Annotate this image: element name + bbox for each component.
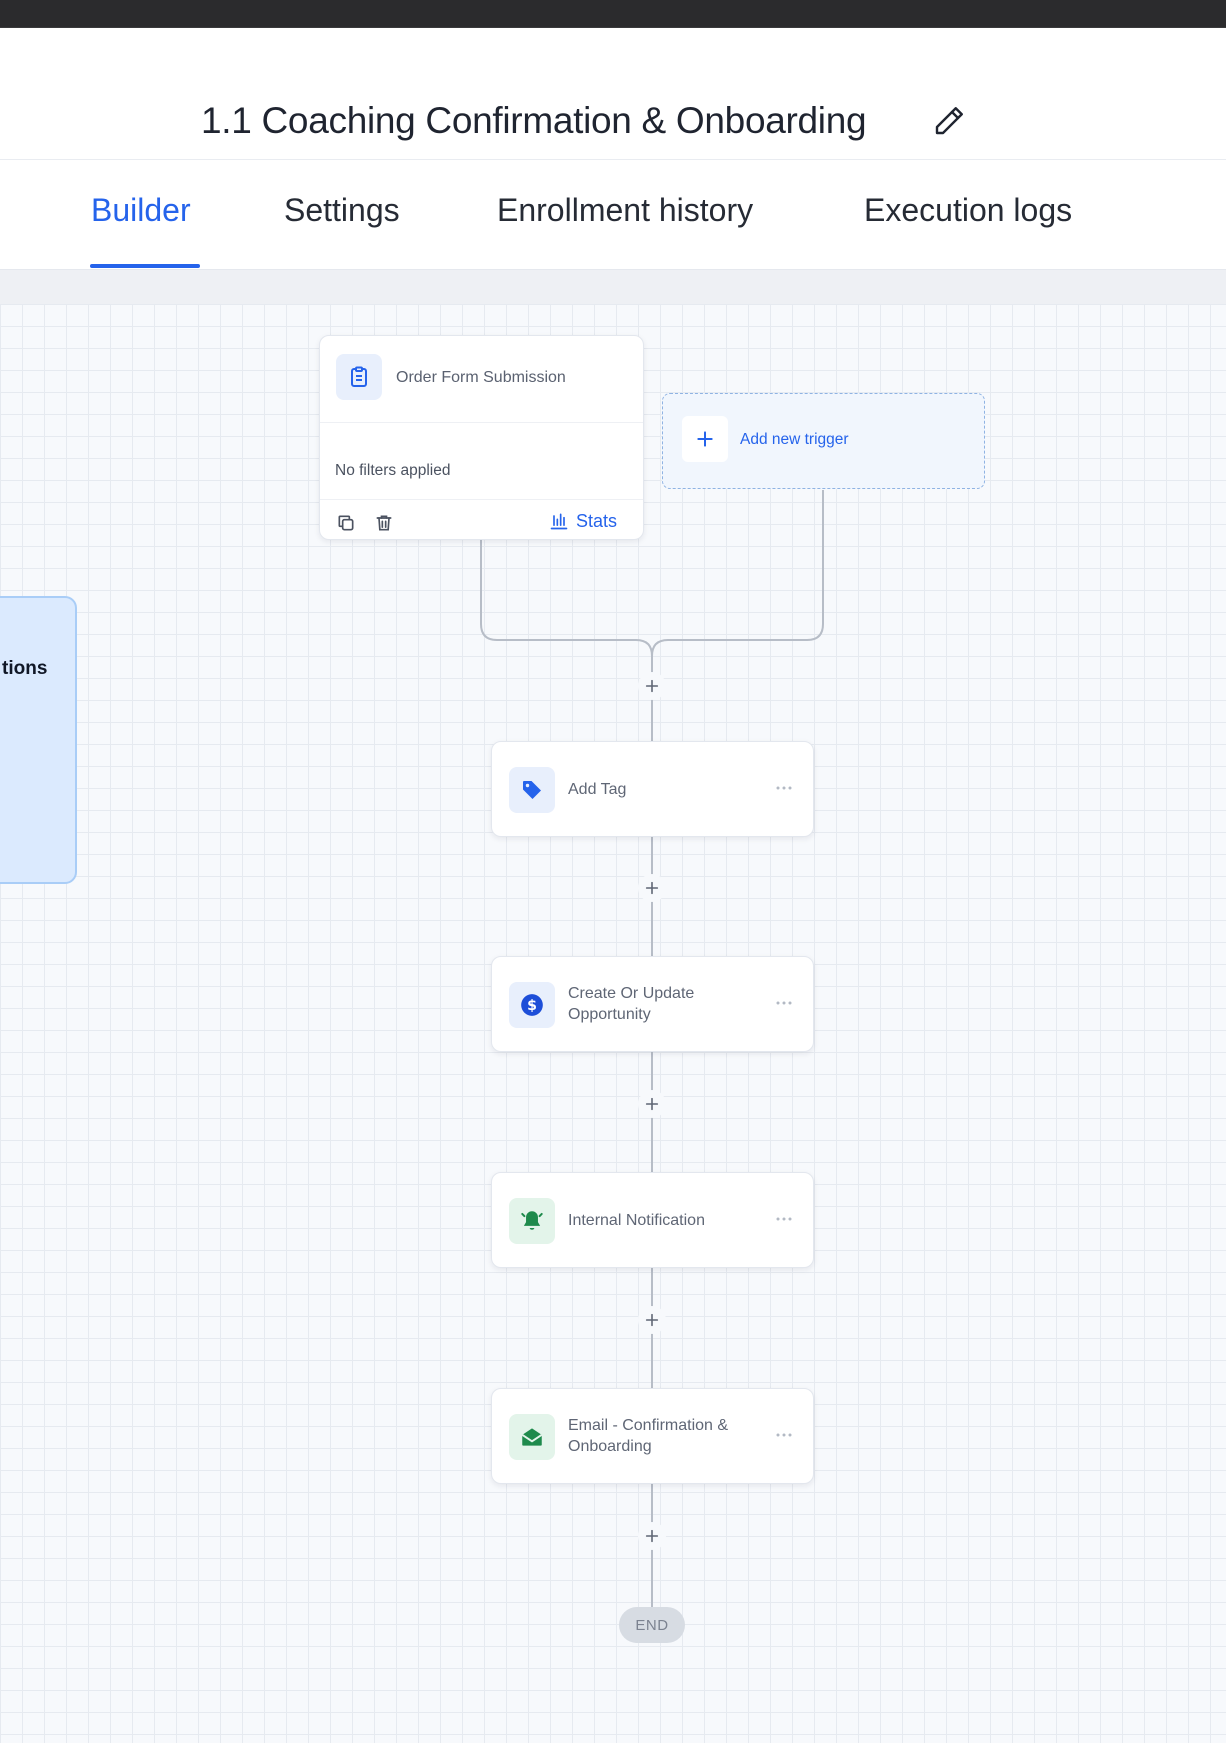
add-step-button[interactable] <box>638 672 666 700</box>
action-title: Email - Confirmation & Onboarding <box>568 1417 729 1455</box>
add-step-button[interactable] <box>638 1090 666 1118</box>
action-icon-box <box>509 767 555 813</box>
tag-icon <box>523 781 541 799</box>
side-panel-label: tions <box>2 658 48 679</box>
mail-open-icon <box>521 1428 543 1446</box>
plus-icon <box>645 881 659 895</box>
plus-icon <box>645 1313 659 1327</box>
add-step-button[interactable] <box>638 874 666 902</box>
bar-chart-icon <box>550 513 568 530</box>
workflow-tabs: Builder Settings Enrollment history Exec… <box>0 160 1226 270</box>
action-icon-box <box>509 1198 555 1244</box>
window-top-bar <box>0 0 1226 28</box>
edit-title-button[interactable] <box>928 100 970 142</box>
workflow-canvas[interactable]: tions Order Form Submission No filters a… <box>0 304 1226 1743</box>
action-card-create-opportunity[interactable]: $ Create Or Update Opportunity <box>491 956 814 1052</box>
tab-enrollment-history[interactable]: Enrollment history <box>497 192 753 229</box>
action-title: Create Or Update Opportunity <box>568 985 695 1023</box>
add-trigger-plus-box <box>682 416 728 462</box>
more-horizontal-icon <box>776 1433 792 1437</box>
action-icon-box <box>509 1414 555 1460</box>
trigger-card-header: Order Form Submission <box>320 336 643 423</box>
trigger-card-footer: Stats <box>320 499 643 541</box>
dollar-icon: $ <box>521 994 543 1016</box>
bell-icon <box>521 1211 543 1230</box>
action-menu-button[interactable] <box>770 776 798 800</box>
action-card-add-tag[interactable]: Add Tag <box>491 741 814 837</box>
tab-settings[interactable]: Settings <box>284 192 400 229</box>
workflow-end-node: END <box>619 1607 685 1643</box>
workflow-title: 1.1 Coaching Confirmation & Onboarding <box>201 100 867 141</box>
plus-icon <box>645 679 659 693</box>
action-icon-box: $ <box>509 982 555 1028</box>
stats-label: Stats <box>576 510 618 531</box>
action-title: Add Tag <box>568 781 627 798</box>
more-horizontal-icon <box>776 1001 792 1005</box>
plus-icon <box>645 1097 659 1111</box>
action-menu-button[interactable] <box>770 1207 798 1231</box>
action-card-email[interactable]: Email - Confirmation & Onboarding <box>491 1388 814 1484</box>
pencil-icon <box>935 107 963 135</box>
active-tab-indicator <box>90 264 200 268</box>
tab-execution-logs[interactable]: Execution logs <box>864 192 1072 229</box>
workflow-header: 1.1 Coaching Confirmation & Onboarding <box>0 28 1226 160</box>
add-step-button[interactable] <box>638 1306 666 1334</box>
trigger-card[interactable]: Order Form Submission No filters applied <box>319 335 644 540</box>
add-new-trigger-button[interactable]: Add new trigger <box>662 393 985 489</box>
trigger-title: Order Form Submission <box>396 369 566 386</box>
action-title: Internal Notification <box>568 1212 705 1229</box>
add-trigger-label: Add new trigger <box>740 431 849 448</box>
tab-builder[interactable]: Builder <box>91 192 191 229</box>
action-menu-button[interactable] <box>770 991 798 1015</box>
duplicate-trigger-button[interactable] <box>335 512 357 534</box>
end-label: END <box>635 1616 669 1634</box>
action-card-internal-notification[interactable]: Internal Notification <box>491 1172 814 1268</box>
clipboard-icon <box>351 366 367 387</box>
trigger-filter-status: No filters applied <box>335 462 451 479</box>
add-step-button[interactable] <box>638 1522 666 1550</box>
trigger-stats-button[interactable]: Stats <box>549 508 617 534</box>
more-horizontal-icon <box>776 1217 792 1221</box>
actions-side-panel[interactable]: tions <box>0 596 77 884</box>
plus-icon <box>697 431 713 447</box>
plus-icon <box>645 1529 659 1543</box>
more-horizontal-icon <box>776 786 792 790</box>
delete-trigger-button[interactable] <box>373 512 395 534</box>
trash-icon <box>376 515 392 531</box>
svg-text:$: $ <box>527 998 537 1014</box>
copy-icon <box>338 515 354 531</box>
trigger-icon-box <box>336 354 382 400</box>
action-menu-button[interactable] <box>770 1423 798 1447</box>
canvas-toolbar-strip <box>0 270 1226 304</box>
